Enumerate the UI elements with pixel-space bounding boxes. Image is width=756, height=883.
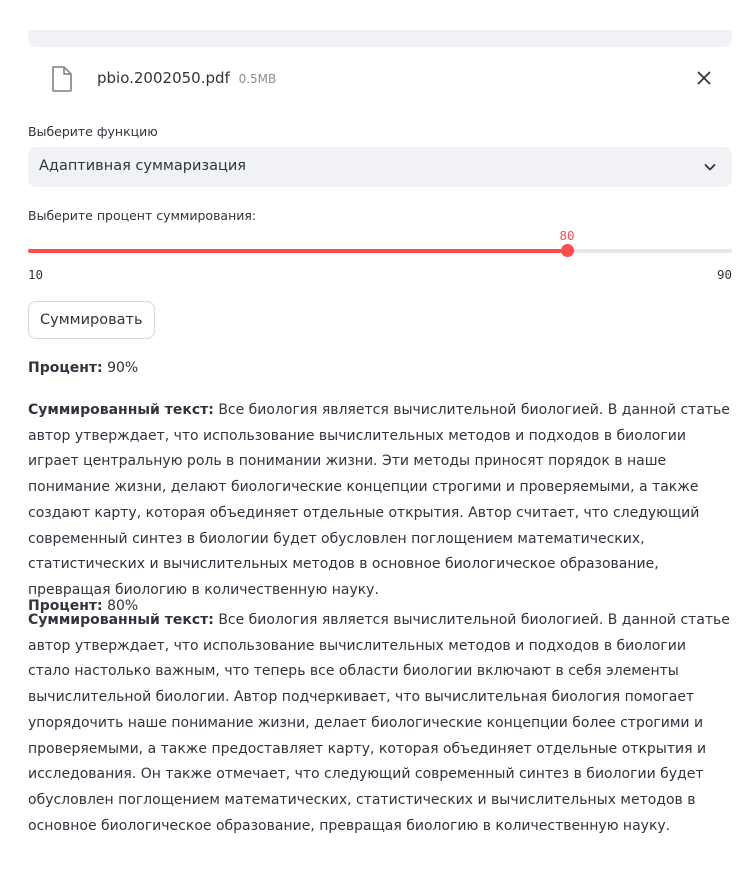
result-percent: Процент: 90% bbox=[28, 360, 138, 376]
file-icon bbox=[52, 66, 72, 92]
slider-current-value: 80 bbox=[559, 228, 575, 243]
function-select[interactable]: Адаптивная суммаризация bbox=[28, 147, 732, 187]
slider-max-label: 90 bbox=[716, 267, 732, 282]
result-summary-text: Все биология является вычислительной био… bbox=[28, 612, 730, 834]
file-uploader-dropzone[interactable] bbox=[28, 30, 732, 47]
uploaded-file-row: pbio.2002050.pdf 0.5MB bbox=[28, 60, 732, 96]
result-summary-label: Суммированный текст: bbox=[28, 402, 214, 418]
result-summary-text: Все биология является вычислительной био… bbox=[28, 402, 730, 598]
result-percent-value: 90% bbox=[107, 360, 139, 376]
file-size: 0.5MB bbox=[238, 72, 277, 86]
summarize-button[interactable]: Суммировать bbox=[28, 301, 155, 339]
file-name: pbio.2002050.pdf 0.5MB bbox=[97, 69, 276, 87]
slider-fill bbox=[28, 249, 567, 253]
result-summary: Суммированный текст: Все биология являет… bbox=[28, 398, 732, 604]
close-icon[interactable] bbox=[694, 68, 714, 88]
slider-track[interactable] bbox=[28, 249, 732, 253]
chevron-down-icon bbox=[704, 164, 716, 171]
result-summary: Суммированный текст: Все биология являет… bbox=[28, 608, 732, 839]
result-summary-label: Суммированный текст: bbox=[28, 612, 214, 628]
function-select-label: Выберите функцию bbox=[28, 124, 158, 139]
file-name-text: pbio.2002050.pdf bbox=[97, 69, 230, 87]
slider-thumb[interactable] bbox=[560, 244, 574, 257]
result-percent-label: Процент: bbox=[28, 360, 103, 376]
percent-slider[interactable]: 80 10 90 bbox=[28, 226, 732, 284]
slider-min-label: 10 bbox=[28, 267, 44, 282]
function-select-value: Адаптивная суммаризация bbox=[39, 158, 246, 174]
slider-label: Выберите процент суммирования: bbox=[28, 208, 257, 223]
